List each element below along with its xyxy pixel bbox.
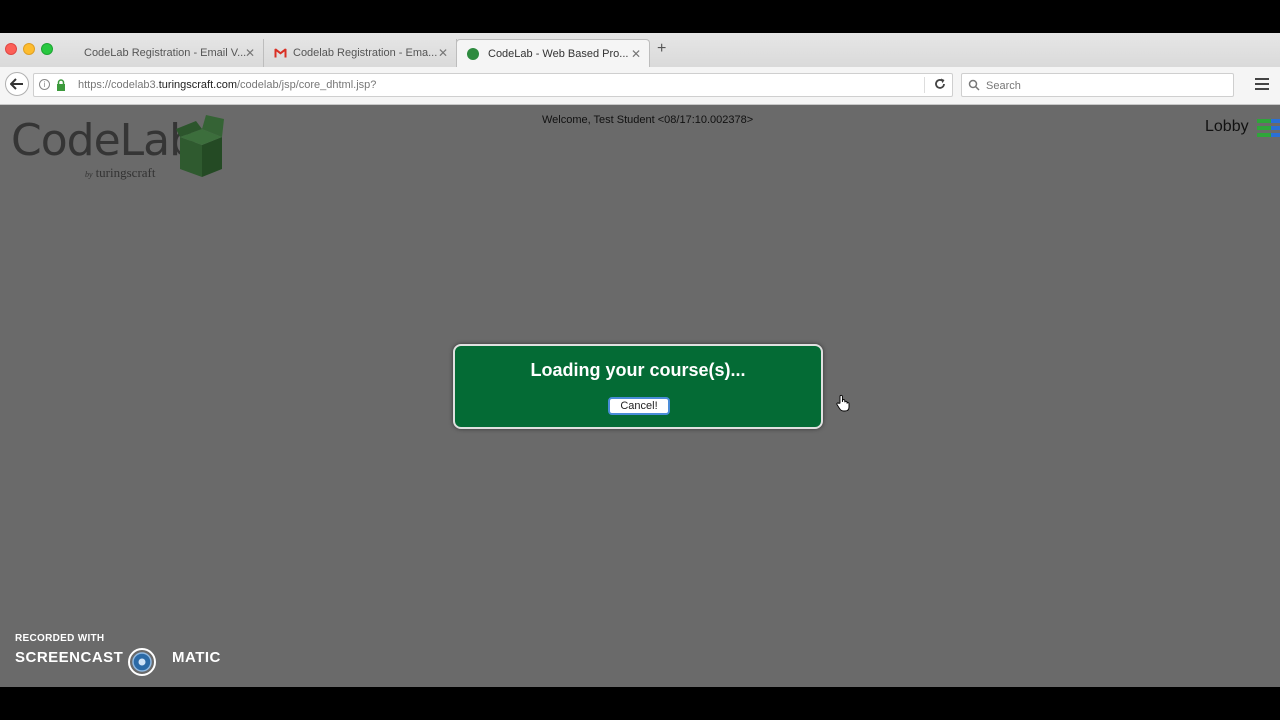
lobby-menu-icon[interactable] — [1257, 117, 1280, 139]
search-icon — [968, 79, 980, 91]
tab-label: CodeLab - Web Based Pro... — [488, 48, 629, 60]
page-content: CodeLab by turingscraft Welcome, Test Stu… — [0, 105, 1280, 687]
minimize-window-button[interactable] — [23, 43, 35, 55]
search-input[interactable] — [984, 77, 1228, 95]
url-host: turingscraft.com — [158, 79, 237, 91]
tab-codelab-web-based[interactable]: CodeLab - Web Based Pro... ✕ — [456, 39, 650, 68]
url-divider — [924, 77, 925, 93]
logo-name: CodeLab — [11, 115, 197, 166]
lobby-link[interactable]: Lobby — [1205, 118, 1249, 136]
hand-cursor-icon — [836, 394, 850, 412]
letterbox-top — [0, 0, 1280, 33]
close-tab-icon[interactable]: ✕ — [438, 46, 448, 60]
close-tab-icon[interactable]: ✕ — [245, 46, 255, 60]
browser-nav-bar: i https://codelab3.turingscraft.com/code… — [0, 67, 1280, 105]
url-text: https://codelab3.turingscraft.com/codela… — [78, 79, 376, 91]
watermark-screencast: SCREENCAST — [15, 649, 124, 666]
tab-label: CodeLab Registration - Email V... — [84, 47, 247, 59]
logo-company: turingscraft — [95, 165, 156, 180]
reload-icon[interactable] — [933, 77, 947, 91]
watermark-matic: MATIC — [172, 649, 221, 666]
browser-tab-strip: CodeLab Registration - Email V... ✕ Code… — [0, 33, 1280, 68]
cancel-button[interactable]: Cancel! — [608, 397, 670, 415]
url-path: /codelab/jsp/core_dhtml.jsp? — [236, 79, 377, 91]
gmail-icon — [274, 48, 287, 58]
letterbox-bottom — [0, 687, 1280, 720]
url-bar[interactable]: i https://codelab3.turingscraft.com/code… — [33, 73, 953, 97]
tab-codelab-registration-email[interactable]: CodeLab Registration - Email V... ✕ — [70, 39, 264, 67]
logo-byline: by turingscraft — [85, 165, 155, 181]
url-prefix: https://codelab3. — [78, 79, 159, 91]
tab-gmail-codelab-registration[interactable]: Codelab Registration - Ema... ✕ — [265, 39, 457, 67]
hamburger-menu-icon[interactable] — [1255, 78, 1269, 90]
zoom-window-button[interactable] — [41, 43, 53, 55]
dialog-title: Loading your course(s)... — [530, 360, 746, 380]
screencast-o-matic-watermark: RECORDED WITH SCREENCAST MATIC — [15, 633, 220, 676]
welcome-message: Welcome, Test Student <08/17:10.002378> — [542, 114, 754, 126]
back-arrow-icon — [10, 78, 23, 90]
info-icon[interactable]: i — [39, 79, 50, 90]
green-box-icon — [176, 115, 224, 177]
close-tab-icon[interactable]: ✕ — [631, 47, 641, 61]
logo-by: by — [85, 170, 93, 179]
close-window-button[interactable] — [5, 43, 17, 55]
tab-label: Codelab Registration - Ema... — [293, 47, 438, 59]
lock-icon — [57, 79, 65, 91]
new-tab-button[interactable]: + — [657, 40, 666, 58]
search-bar[interactable] — [961, 73, 1234, 97]
back-button[interactable] — [5, 72, 29, 96]
codelab-logo[interactable]: CodeLab by turingscraft — [11, 115, 231, 195]
watermark-recorded-with: RECORDED WITH — [15, 633, 105, 644]
loading-dialog: Loading your course(s)... Cancel! — [453, 344, 823, 429]
screencast-logo-icon — [128, 648, 156, 676]
codelab-favicon-icon — [467, 48, 479, 60]
